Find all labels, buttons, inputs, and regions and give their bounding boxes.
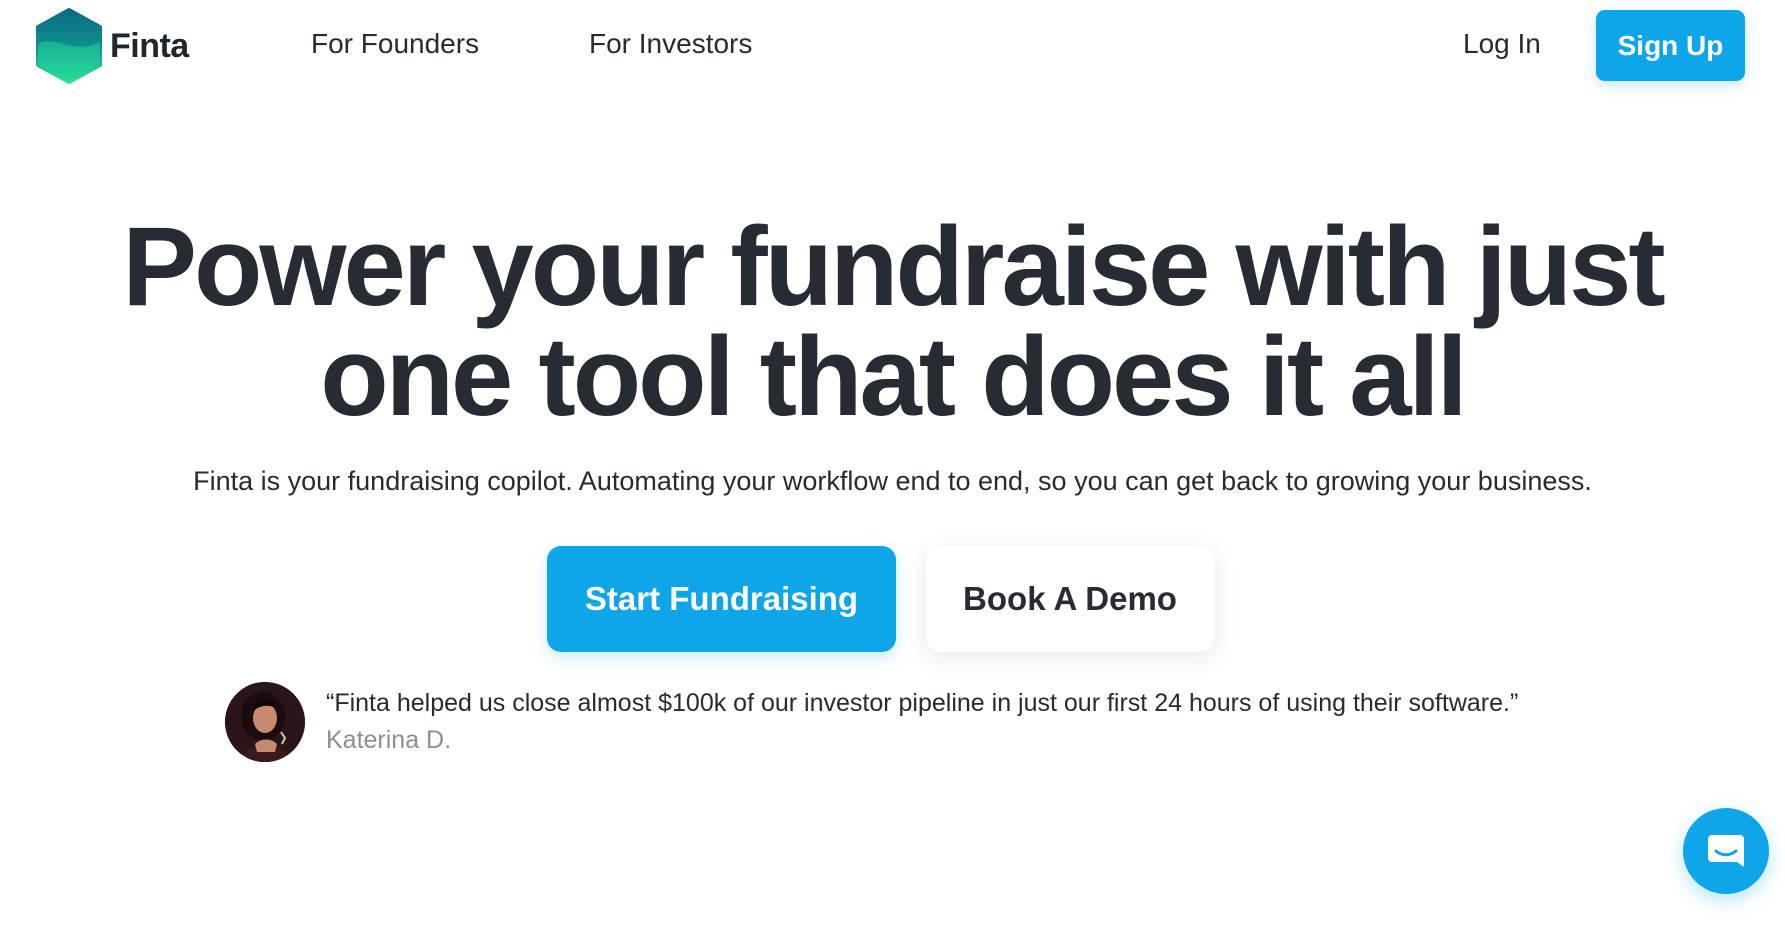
nav-for-founders[interactable]: For Founders bbox=[311, 28, 479, 60]
brand-logo[interactable]: Finta bbox=[34, 8, 189, 84]
start-fundraising-button[interactable]: Start Fundraising bbox=[547, 546, 896, 652]
testimonial-quote: “Finta helped us close almost $100k of o… bbox=[326, 689, 1519, 717]
user-avatar bbox=[225, 682, 305, 762]
signup-button[interactable]: Sign Up bbox=[1596, 10, 1745, 81]
site-header: Finta For Founders For Investors Log In … bbox=[0, 0, 1785, 95]
nav-for-investors[interactable]: For Investors bbox=[589, 28, 752, 60]
chat-bubble-icon bbox=[1708, 835, 1744, 867]
hero-title: Power your fundraise with just one tool … bbox=[40, 204, 1745, 439]
hero-subtitle: Finta is your fundraising copilot. Autom… bbox=[193, 466, 1592, 496]
hero-title-line-1: Power your fundraise with just bbox=[122, 204, 1665, 329]
login-link[interactable]: Log In bbox=[1463, 28, 1541, 60]
book-demo-button[interactable]: Book A Demo bbox=[926, 546, 1214, 652]
brand-name: Finta bbox=[110, 26, 189, 65]
hero-title-line-2: one tool that does it all bbox=[320, 314, 1468, 439]
chat-launcher-button[interactable] bbox=[1683, 808, 1769, 894]
avatar-portrait-icon bbox=[225, 682, 305, 762]
finta-logo-icon bbox=[36, 8, 102, 84]
landing-page: Finta For Founders For Investors Log In … bbox=[0, 0, 1785, 941]
testimonial-author: Katerina D. bbox=[326, 726, 452, 754]
